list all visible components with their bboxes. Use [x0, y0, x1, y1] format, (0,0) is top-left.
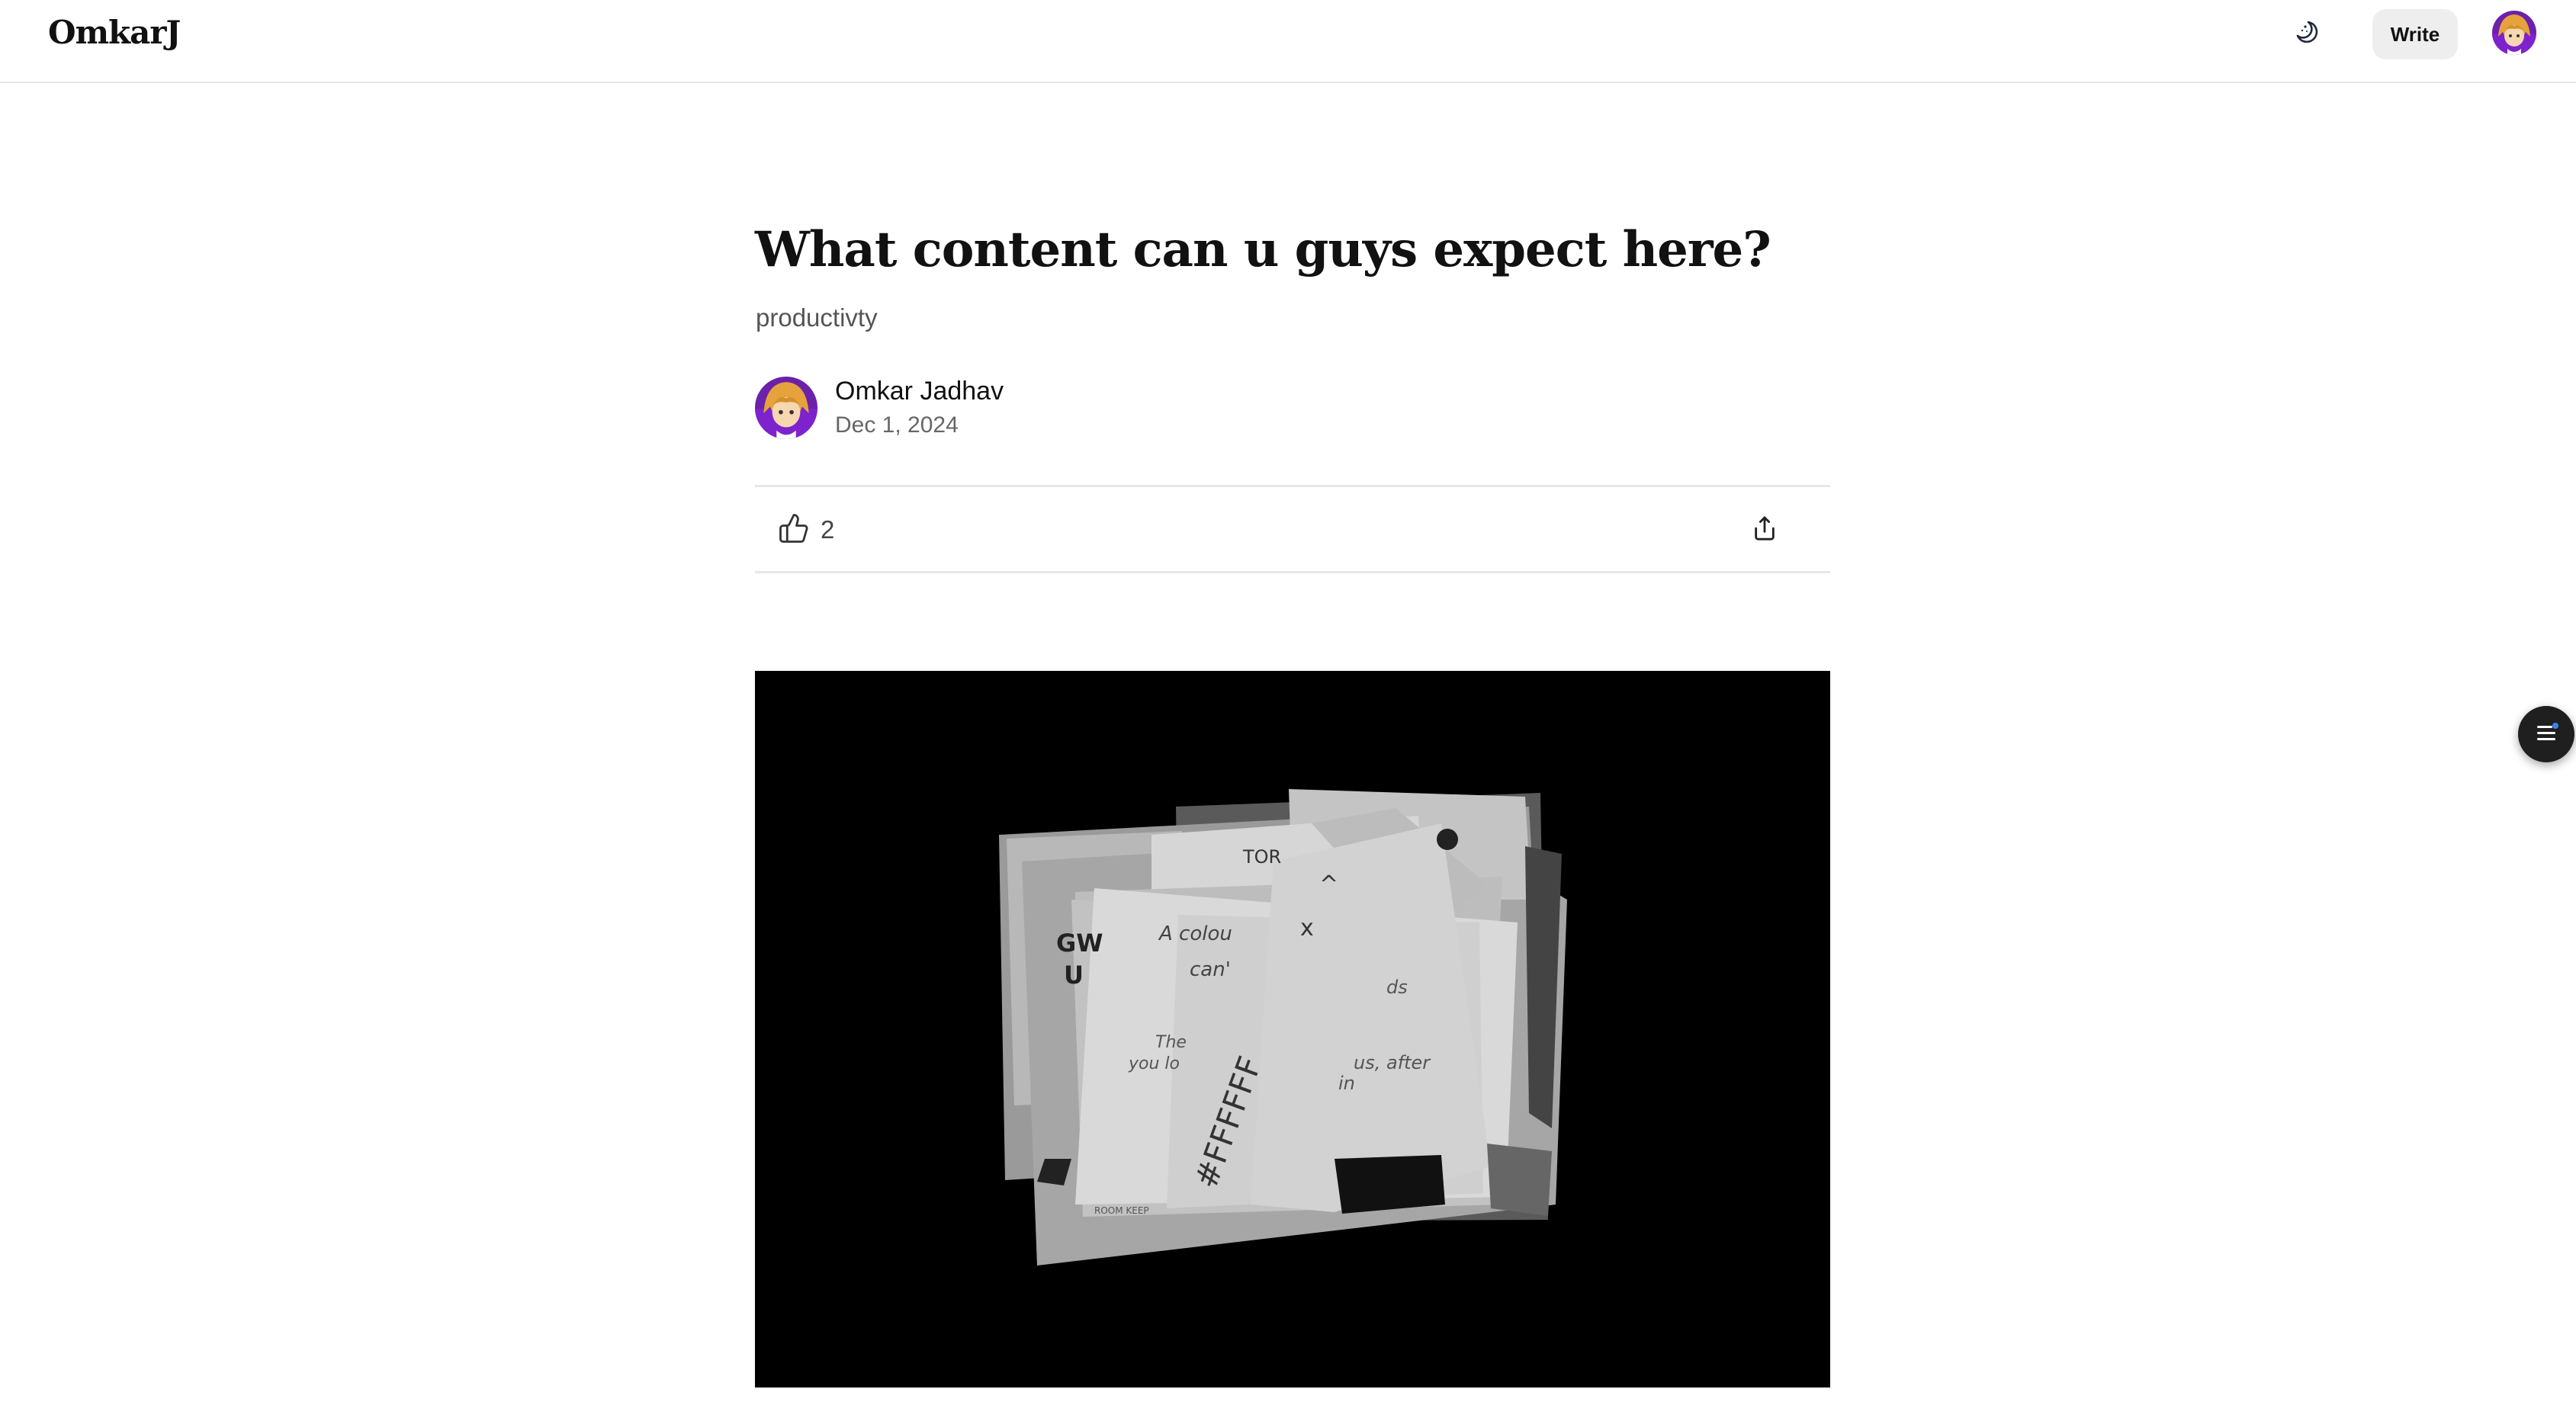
like-count: 2	[821, 515, 835, 544]
svg-text:A colou: A colou	[1158, 922, 1232, 945]
post-date: Dec 1, 2024	[835, 412, 959, 438]
author-avatar[interactable]	[755, 377, 817, 439]
svg-text:U: U	[1064, 961, 1084, 990]
user-avatar[interactable]	[2492, 11, 2536, 55]
table-of-contents-button[interactable]	[2518, 706, 2574, 762]
svg-text:us, after: us, after	[1354, 1052, 1431, 1073]
svg-text:can': can'	[1190, 958, 1231, 981]
brand-logo[interactable]: OmkarJ	[48, 14, 181, 51]
article-subtitle: productivty	[756, 303, 878, 332]
author-name[interactable]: Omkar Jadhav	[835, 377, 1004, 406]
page: OmkarJ Write What content can u guys exp…	[0, 0, 2576, 1418]
svg-text:you lo: you lo	[1128, 1054, 1180, 1073]
top-bar: OmkarJ Write	[0, 0, 2576, 83]
svg-text:GW: GW	[1056, 929, 1103, 958]
theme-toggle-button[interactable]	[2283, 14, 2329, 53]
svg-text:x: x	[1300, 915, 1314, 942]
svg-text:ROOM KEEP: ROOM KEEP	[1094, 1205, 1149, 1216]
scattered-notes-collage-image: TOR GW U A colou can' ds us, after in Th…	[755, 671, 1830, 1388]
table-of-contents-icon	[2531, 717, 2562, 752]
share-icon	[1752, 515, 1778, 545]
svg-text:ds: ds	[1386, 977, 1408, 998]
svg-text:^: ^	[1319, 871, 1338, 898]
anime-avatar-icon	[755, 377, 817, 439]
article-action-bar: 2	[755, 485, 1830, 573]
cover-image: TOR GW U A colou can' ds us, after in Th…	[755, 671, 1830, 1388]
svg-text:The: The	[1155, 1033, 1187, 1052]
share-button[interactable]	[1746, 512, 1783, 548]
article-title: What content can u guys expect here?	[755, 221, 1771, 278]
note-text: TOR	[1242, 846, 1281, 868]
anime-avatar-icon	[2492, 11, 2536, 55]
svg-text:in: in	[1338, 1073, 1355, 1094]
thumbs-up-icon	[778, 512, 810, 548]
write-button[interactable]: Write	[2372, 9, 2458, 59]
like-button[interactable]: 2	[778, 508, 834, 551]
moon-icon	[2293, 19, 2319, 49]
